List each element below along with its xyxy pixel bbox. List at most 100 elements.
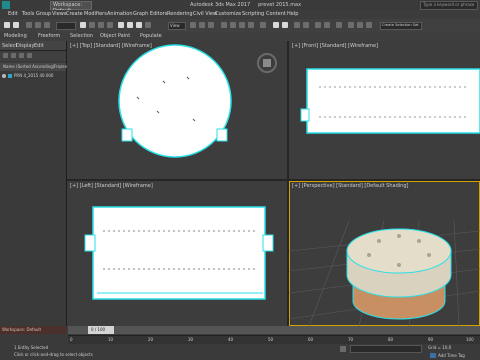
time-slider-handle[interactable]: 0 / 100 [88, 326, 114, 334]
render-production-icon[interactable] [366, 22, 372, 28]
rotate-icon[interactable] [127, 22, 133, 28]
window-crossing-icon[interactable] [107, 22, 113, 28]
scene-explorer: Select Display Edit Name (Sorted Ascendi… [0, 41, 67, 326]
viewport-left[interactable]: [+] [Left] [Standard] [Wireframe] [67, 181, 287, 326]
undo-icon[interactable] [4, 22, 10, 28]
menu-item-customize[interactable]: Customize [215, 11, 241, 17]
selection-region-icon[interactable] [98, 22, 104, 28]
menu-item-tools[interactable]: Tools [22, 11, 34, 17]
render-setup-icon[interactable] [348, 22, 354, 28]
viewport-front[interactable]: [+] [Front] [Standard] [Wireframe] [289, 41, 480, 179]
schematic-view-icon[interactable] [324, 22, 330, 28]
explorer-toolbar [0, 51, 66, 61]
redo-icon[interactable] [13, 22, 19, 28]
tick-100: 100 [466, 337, 474, 342]
bind-spacewarp-icon[interactable] [44, 22, 50, 28]
menu-item-rendering[interactable]: Rendering [167, 11, 193, 17]
edit-named-selection-icon[interactable] [260, 22, 266, 28]
selection-set-label: Create Selection Set [382, 23, 419, 27]
ribbon-tab-populate[interactable]: Populate [140, 33, 162, 39]
align-icon[interactable] [282, 22, 288, 28]
lock-selection-icon[interactable] [340, 346, 346, 352]
ribbon-tab-selection[interactable]: Selection [70, 33, 93, 39]
menu-item-help[interactable]: Help [287, 11, 298, 17]
ribbon-tab-freeform[interactable]: Freeform [38, 33, 60, 39]
app-logo-icon[interactable] [2, 1, 10, 9]
view-dropdown-label: View [170, 23, 180, 28]
mirror-icon[interactable] [273, 22, 279, 28]
frame-label: 0 / 100 [91, 327, 106, 332]
pivot-center-icon[interactable] [190, 22, 196, 28]
front-view-wireframe [300, 68, 480, 134]
timeline-track[interactable]: 0 10 20 30 40 50 60 70 80 90 100 [68, 335, 480, 344]
select-by-name-icon[interactable] [89, 22, 95, 28]
selection-filter-dropdown[interactable] [56, 22, 76, 30]
status-workspace-bar: Workspace: Default [0, 326, 66, 334]
eye-icon[interactable] [2, 74, 6, 78]
menu-item-scripting[interactable]: Scripting [242, 11, 264, 17]
curve-editor-icon[interactable] [315, 22, 321, 28]
move-icon[interactable] [118, 22, 124, 28]
tick-10: 10 [108, 337, 114, 342]
search-input[interactable]: Type a keyword or phrase [420, 1, 478, 10]
menu-item-graph-editors[interactable]: Graph Editors [133, 11, 167, 17]
spinner-snap-icon[interactable] [248, 22, 254, 28]
bottom-panel: Workspace: Default 0 / 100 0 10 20 30 40… [0, 326, 480, 360]
add-time-tag[interactable]: Add Time Tag [438, 353, 465, 358]
display-lights-icon[interactable] [19, 53, 24, 58]
unlink-icon[interactable] [35, 22, 41, 28]
grid-status: Grid = 10,0 [428, 345, 452, 350]
scale-icon[interactable] [136, 22, 142, 28]
named-selection-set-field[interactable]: Create Selection Set [380, 22, 422, 30]
rendered-frame-window-icon[interactable] [357, 22, 363, 28]
viewcube-icon[interactable] [257, 53, 277, 73]
tick-20: 20 [148, 337, 154, 342]
toggle-scene-explorer-icon[interactable] [294, 22, 300, 28]
time-tag-icon[interactable] [430, 353, 436, 358]
percent-snap-icon[interactable] [239, 22, 245, 28]
viewport-top[interactable]: [+] [Top] [Standard] [Wireframe] [67, 41, 287, 179]
display-cameras-icon[interactable] [27, 53, 32, 58]
viewport-area: [+] [Top] [Standard] [Wireframe] [+] [Fr… [67, 41, 480, 326]
viewport-perspective[interactable]: [+] [Perspective] [Standard] [Default Sh… [289, 181, 480, 326]
link-icon[interactable] [26, 22, 32, 28]
menu-item-content[interactable]: Content [266, 11, 286, 17]
ribbon-tab-object-paint[interactable]: Object Paint [100, 33, 130, 39]
reference-coordinate-dropdown[interactable]: View [168, 22, 186, 30]
menu-item-edit[interactable]: Edit [8, 11, 18, 17]
left-view-wireframe [84, 206, 274, 300]
angle-snap-icon[interactable] [230, 22, 236, 28]
menu-item-group[interactable]: Group [36, 11, 51, 17]
list-item[interactable]: PRN 4_2015 40.000 [0, 72, 66, 80]
menu-item-create[interactable]: Create [66, 11, 83, 17]
display-geometry-icon[interactable] [11, 53, 16, 58]
menu-item-animation[interactable]: Animation [107, 11, 133, 17]
time-slider[interactable]: 0 / 100 [68, 326, 480, 334]
tick-50: 50 [268, 337, 274, 342]
placement-icon[interactable] [145, 22, 151, 28]
keyboard-shortcut-override-icon[interactable] [208, 22, 214, 28]
select-manipulate-icon[interactable] [199, 22, 205, 28]
workspace-dropdown[interactable]: Workspace: Default [50, 1, 92, 14]
prompt-text: Click or click-and-drag to select object… [14, 352, 93, 357]
material-editor-icon[interactable] [336, 22, 342, 28]
tab-edit[interactable]: Edit [34, 43, 44, 49]
menu-item-civil-view[interactable]: Civil View [193, 11, 217, 17]
tick-40: 40 [228, 337, 234, 342]
ribbon-tab-modeling[interactable]: Modeling [4, 33, 27, 39]
scene-explorer-tabs: Select Display Edit [0, 41, 66, 51]
3d-model [346, 228, 452, 320]
coordinate-fields[interactable] [350, 345, 422, 353]
explorer-column-header[interactable]: Name (Sorted Ascending) Frozen [0, 63, 67, 71]
menu-item-views[interactable]: Views [52, 11, 66, 17]
toggle-layer-explorer-icon[interactable] [303, 22, 309, 28]
tick-80: 80 [388, 337, 394, 342]
menu-item-modifiers[interactable]: Modifiers [84, 11, 107, 17]
status-workspace[interactable]: Workspace: Default [2, 327, 41, 332]
tick-70: 70 [348, 337, 354, 342]
tab-display[interactable]: Display [16, 43, 34, 49]
select-object-icon[interactable] [80, 22, 86, 28]
perspective-view-grid [289, 220, 480, 326]
filter-icon[interactable] [3, 53, 8, 58]
snaps-toggle-icon[interactable] [221, 22, 227, 28]
